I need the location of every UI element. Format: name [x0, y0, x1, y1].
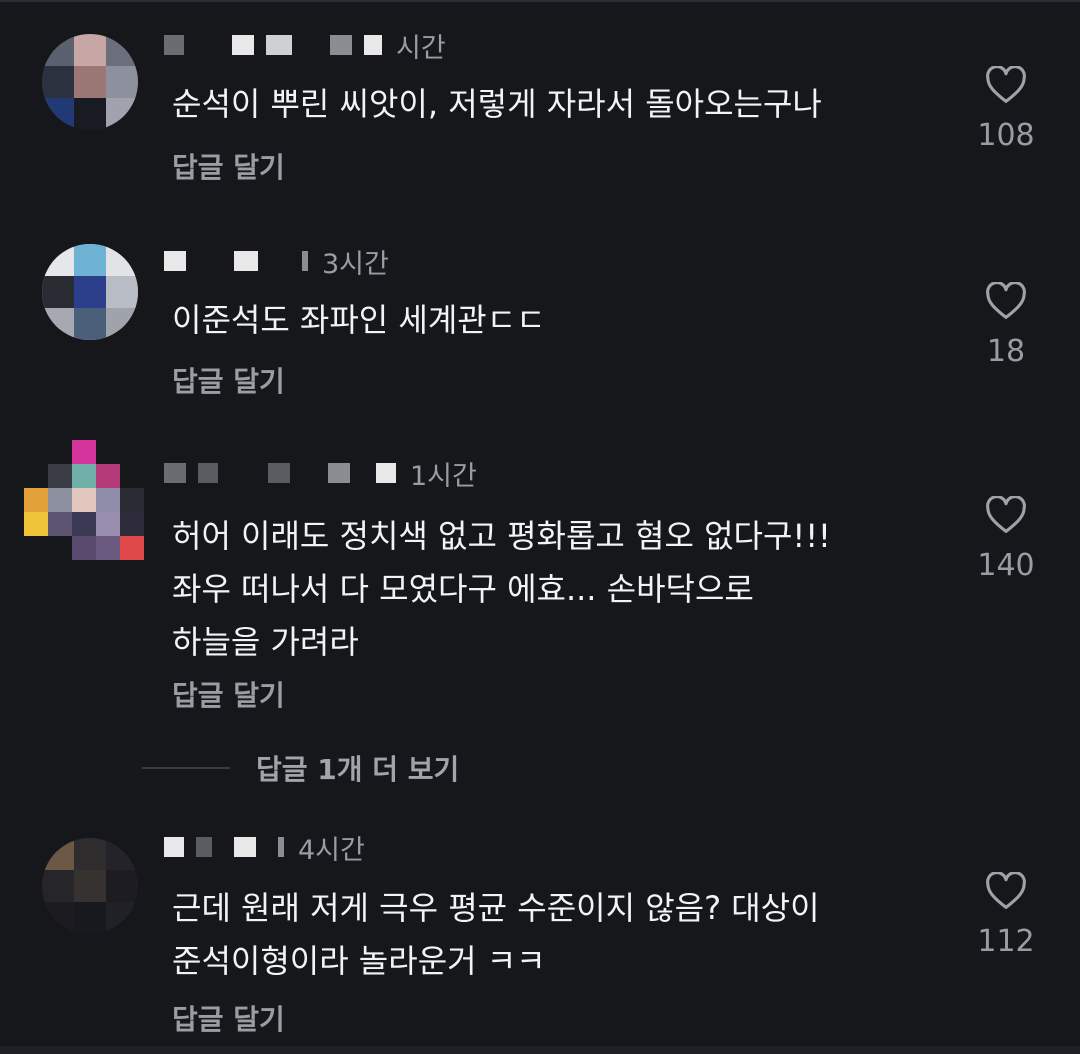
like-count: 108	[977, 118, 1035, 153]
comment-meta: 시간	[164, 30, 446, 64]
heart-outline-icon	[986, 496, 1026, 533]
reply-button[interactable]: 답글 달기	[172, 674, 285, 714]
comment-meta: 1시간	[164, 458, 477, 492]
username-redacted[interactable]	[164, 463, 396, 483]
avatar[interactable]	[42, 838, 138, 934]
heart-outline-icon	[986, 282, 1026, 319]
comment-time: 3시간	[322, 248, 389, 280]
reply-button[interactable]: 답글 달기	[172, 146, 285, 186]
view-more-replies[interactable]: 답글 1개 더 보기	[142, 748, 459, 788]
like-button[interactable]: 18	[966, 282, 1046, 369]
comment-meta: 4시간	[164, 832, 365, 866]
like-button[interactable]: 140	[966, 496, 1046, 583]
reply-button[interactable]: 답글 달기	[172, 998, 285, 1038]
view-more-replies-label[interactable]: 답글 1개 더 보기	[256, 748, 459, 788]
like-count: 18	[986, 334, 1026, 369]
reply-button[interactable]: 답글 달기	[172, 360, 285, 400]
comment-time: 시간	[396, 32, 446, 64]
replies-divider	[142, 767, 230, 769]
comment-text: 이준석도 좌파인 세계관ㄷㄷ	[172, 301, 546, 339]
like-count: 112	[977, 924, 1035, 959]
like-count: 140	[977, 548, 1035, 583]
comment-text: 순석이 뿌린 씨앗이, 저렇게 자라서 돌아오는구나	[172, 85, 822, 123]
username-redacted[interactable]	[164, 837, 284, 857]
username-redacted[interactable]	[164, 251, 308, 271]
comment-time: 1시간	[410, 460, 477, 492]
like-button[interactable]: 112	[966, 872, 1046, 959]
top-divider	[0, 0, 1080, 2]
bottom-bar	[0, 1046, 1080, 1054]
avatar[interactable]	[42, 244, 138, 340]
comment-meta: 3시간	[164, 246, 389, 280]
comment-text: 허어 이래도 정치색 없고 평화롭고 혐오 없다구!!! 좌우 떠나서 다 모였…	[172, 517, 831, 661]
comment-text: 근데 원래 저게 극우 평균 수준이지 않음? 대상이 준석이형이라 놀라운거 …	[172, 889, 820, 980]
avatar[interactable]	[42, 34, 138, 130]
comment-time: 4시간	[298, 834, 365, 866]
heart-outline-icon	[986, 66, 1026, 103]
like-button[interactable]: 108	[966, 66, 1046, 153]
heart-outline-icon	[986, 872, 1026, 909]
username-redacted[interactable]	[164, 35, 382, 55]
avatar[interactable]	[24, 440, 144, 560]
